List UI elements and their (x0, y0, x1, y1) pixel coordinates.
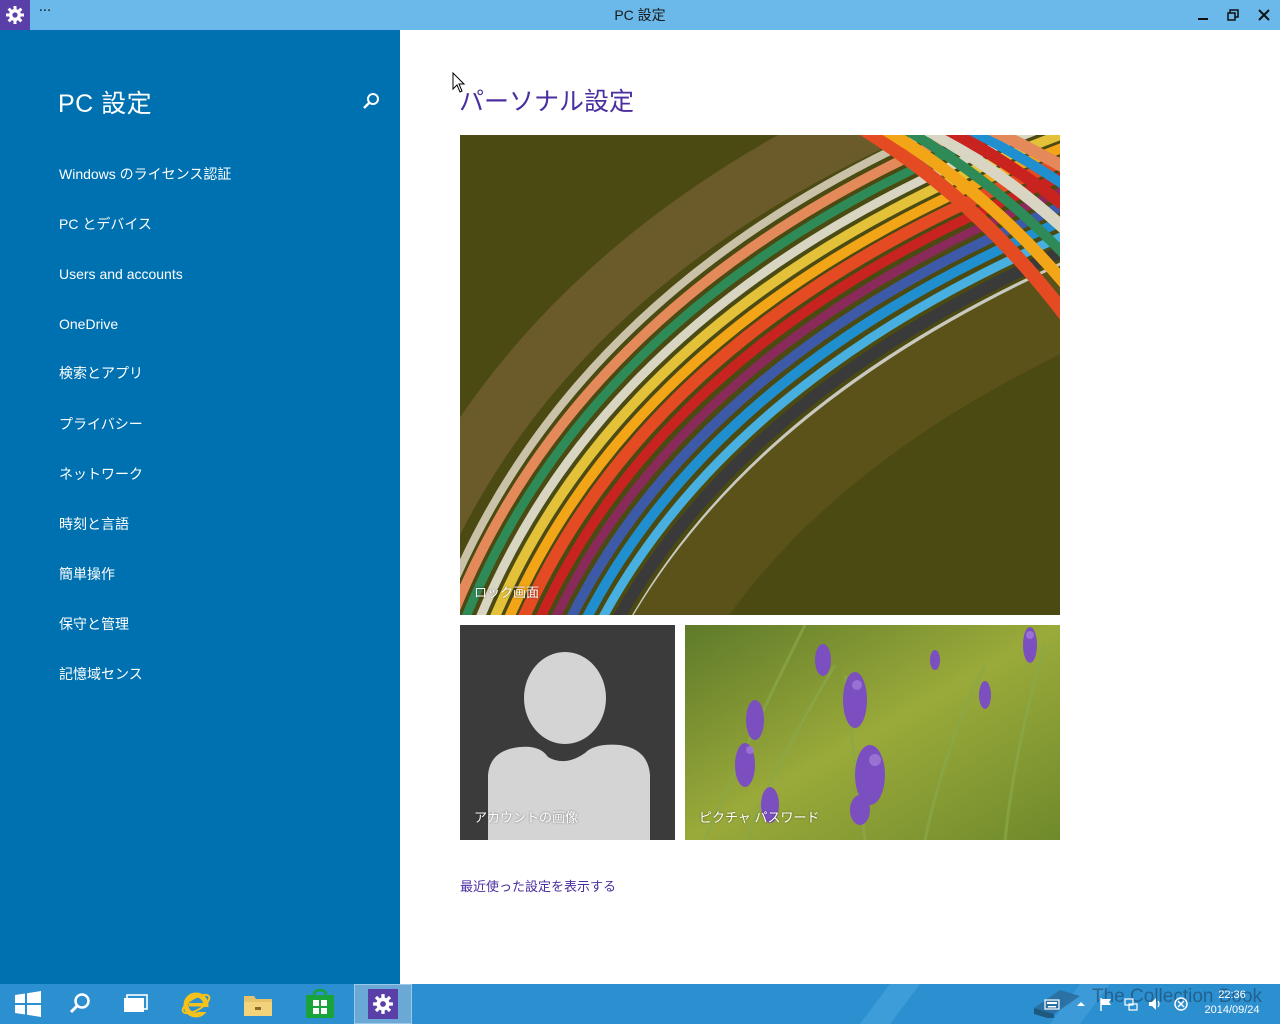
action-center-icon[interactable] (1173, 996, 1189, 1012)
search-icon (363, 93, 379, 109)
page-title: パーソナル設定 (459, 88, 635, 116)
sidebar: PC 設定 Windows のライセンス認証 PC とデバイス Users an… (0, 30, 400, 984)
window-title: PC 設定 (614, 7, 666, 23)
sidebar-item-ease-of-access[interactable]: 簡単操作 (59, 563, 115, 585)
search-icon (69, 993, 90, 1014)
speaker-icon[interactable] (1147, 996, 1163, 1012)
minimize-icon (1198, 18, 1208, 20)
recent-settings-link[interactable]: 最近使った設定を表示する (460, 876, 616, 895)
file-explorer-icon (244, 996, 272, 1016)
clock-date: 2014/09/24 (1204, 1004, 1260, 1016)
keyboard-icon[interactable] (1044, 996, 1060, 1012)
account-picture-label: アカウントの画像 (474, 810, 579, 825)
internet-explorer-button[interactable] (168, 984, 224, 1024)
store-icon (306, 989, 334, 1018)
mouse-cursor-icon (452, 72, 466, 93)
close-icon (1258, 9, 1270, 21)
settings-taskbar-button[interactable] (354, 984, 412, 1024)
sidebar-item-network[interactable]: ネットワーク (59, 463, 143, 485)
picture-password-tile[interactable]: ピクチャ パスワード (685, 625, 1060, 840)
internet-explorer-icon (181, 992, 211, 1018)
task-view-icon (124, 994, 148, 1012)
sidebar-title: PC 設定 (58, 90, 153, 118)
clock[interactable]: 22:36 2014/09/24 (1200, 988, 1264, 1018)
sidebar-item-pc-devices[interactable]: PC とデバイス (59, 213, 152, 235)
lock-screen-tile[interactable]: ロック画面 (460, 135, 1060, 615)
account-picture-tile[interactable]: アカウントの画像 (460, 625, 675, 840)
clock-time: 22:36 (1218, 989, 1246, 1001)
store-button[interactable] (292, 984, 348, 1024)
network-icon[interactable] (1123, 996, 1139, 1012)
sidebar-item-search-apps[interactable]: 検索とアプリ (59, 362, 143, 384)
gear-icon (373, 994, 393, 1014)
sidebar-item-update-recovery[interactable]: 保守と管理 (59, 613, 129, 635)
search-button[interactable] (360, 90, 382, 112)
chevron-up-icon[interactable] (1073, 996, 1089, 1012)
sidebar-item-time-language[interactable]: 時刻と言語 (59, 513, 129, 535)
start-button[interactable] (0, 984, 56, 1024)
task-view-button[interactable] (108, 984, 164, 1024)
sidebar-item-storage-sense[interactable]: 記憶域センス (59, 663, 143, 685)
flag-icon[interactable] (1098, 996, 1114, 1012)
title-bar: ··· PC 設定 (0, 0, 1280, 30)
more-menu-button[interactable]: ··· (38, 4, 52, 24)
settings-app-icon[interactable] (0, 0, 30, 30)
restore-button[interactable] (1218, 0, 1248, 30)
close-button[interactable] (1249, 0, 1279, 30)
sidebar-item-onedrive[interactable]: OneDrive (59, 313, 118, 335)
settings-tile (368, 989, 398, 1019)
sidebar-item-activation[interactable]: Windows のライセンス認証 (59, 163, 231, 185)
lock-screen-label: ロック画面 (474, 585, 540, 600)
sidebar-item-users-accounts[interactable]: Users and accounts (59, 263, 183, 285)
minimize-button[interactable] (1188, 0, 1218, 30)
taskbar-search-button[interactable] (52, 984, 108, 1024)
lock-screen-image (460, 135, 1060, 615)
sidebar-item-privacy[interactable]: プライバシー (59, 413, 143, 435)
restore-icon (1227, 9, 1239, 21)
windows-logo-icon (15, 991, 41, 1017)
taskbar: The Collection Book 22:36 2014/09/24 (0, 984, 1280, 1024)
file-explorer-button[interactable] (230, 984, 286, 1024)
picture-password-label: ピクチャ パスワード (699, 810, 820, 825)
gear-icon (6, 6, 24, 24)
